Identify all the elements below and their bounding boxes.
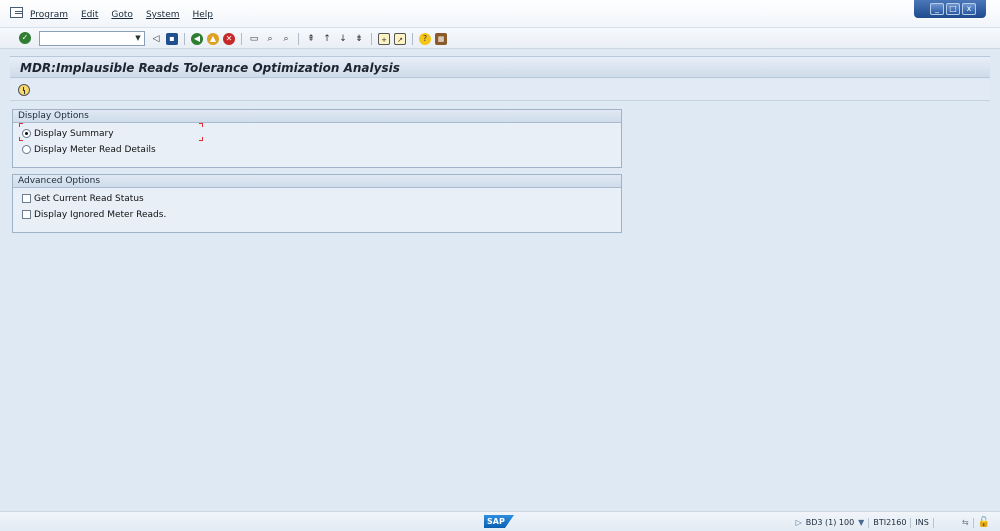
checkbox-display-ignored-meter-reads[interactable] (22, 210, 31, 219)
status-separator (868, 517, 870, 528)
display-meter-read-details-label: Display Meter Read Details (34, 144, 156, 155)
menu-edit[interactable]: Edit (81, 10, 98, 20)
prev-page-icon[interactable]: ↑ (321, 33, 333, 45)
menu-program-label: Program (30, 10, 68, 20)
focus-marker (199, 123, 203, 127)
last-page-icon[interactable]: ⇟ (353, 33, 365, 45)
menu-program[interactable]: Program (30, 10, 68, 20)
cancel-icon[interactable]: ✕ (223, 32, 235, 45)
system-info: ▷ BD3 (1) 100 ▼ BTI2160 INS ⇆ 🔓 (796, 517, 990, 528)
back-green-icon[interactable]: ◀ (191, 32, 203, 45)
menu-help-label: Help (192, 10, 214, 20)
standard-toolbar: ✓ ▼ ◁ ▪ ◀ ▲ ✕ ▭ ⌕ ⌕ ⇞ ↑ ↓ ⇟ + ↗ ? ▦ (0, 28, 1000, 49)
checkbox-get-current-read-status[interactable] (22, 194, 31, 203)
create-session-icon[interactable]: + (378, 32, 390, 45)
radio-display-meter-read-details[interactable] (22, 145, 31, 154)
enter-icon[interactable]: ✓ (19, 32, 31, 44)
status-separator (932, 517, 934, 528)
option-display-ignored-meter-reads[interactable]: Display Ignored Meter Reads. (22, 208, 166, 221)
focus-marker (19, 123, 23, 127)
help-icon[interactable]: ? (419, 32, 431, 45)
status-separator (910, 517, 912, 528)
advanced-options-header: Advanced Options (13, 175, 621, 188)
menu-goto-label: Goto (111, 10, 133, 20)
focus-marker (199, 137, 203, 141)
option-display-meter-read-details[interactable]: Display Meter Read Details (22, 143, 156, 156)
window-controls: _ □ x (914, 0, 986, 18)
toolbar-separator (371, 32, 372, 45)
execute-icon[interactable] (18, 84, 30, 96)
application-toolbar (10, 79, 990, 101)
toolbar-separator (298, 32, 299, 45)
server-label: BTI2160 (873, 518, 907, 527)
system-label: BD3 (1) 100 (805, 518, 855, 527)
toolbar-separator (241, 32, 242, 45)
toolbar-icons: ◁ ▪ ◀ ▲ ✕ ▭ ⌕ ⌕ ⇞ ↑ ↓ ⇟ + ↗ ? ▦ (150, 32, 447, 45)
title-bar: MDR:Implausible Reads Tolerance Optimiza… (10, 56, 990, 78)
advanced-options-group: Advanced Options Get Current Read Status… (12, 174, 622, 233)
next-page-icon[interactable]: ↓ (337, 33, 349, 45)
toolbar-separator (412, 32, 413, 45)
print-icon[interactable]: ▭ (248, 33, 260, 45)
exit-icon[interactable]: ▲ (207, 32, 219, 45)
close-button[interactable]: x (962, 3, 976, 15)
maximize-button[interactable]: □ (946, 3, 960, 15)
minimize-button[interactable]: _ (930, 3, 944, 15)
overflow-icon[interactable]: ⇆ (962, 518, 969, 527)
display-options-group: Display Options Display Summary Display … (12, 109, 622, 168)
status-expand-icon[interactable]: ▷ (796, 518, 802, 527)
toolbar-separator (184, 32, 185, 45)
menu-bar: Program Edit Goto System Help _ □ x (0, 0, 1000, 28)
menu-edit-label: Edit (80, 10, 99, 20)
menu-system-label: System (145, 10, 180, 20)
menu-help[interactable]: Help (193, 10, 214, 20)
customize-layout-icon[interactable]: ▦ (435, 32, 447, 45)
lock-icon[interactable]: 🔓 (978, 517, 990, 528)
menu-items: Program Edit Goto System Help (30, 10, 213, 20)
system-dropdown-icon[interactable]: ▼ (858, 518, 864, 527)
focus-marker (19, 137, 23, 141)
option-display-summary[interactable]: Display Summary (22, 127, 114, 140)
shortcut-icon[interactable]: ↗ (394, 32, 406, 45)
sap-logo: SAP (484, 515, 514, 528)
menu-goto[interactable]: Goto (111, 10, 133, 20)
find-icon[interactable]: ⌕ (264, 33, 276, 45)
selection-screen: Display Options Display Summary Display … (10, 102, 990, 511)
find-next-icon[interactable]: ⌕ (280, 33, 292, 45)
status-separator (972, 517, 974, 528)
get-current-read-status-label: Get Current Read Status (34, 193, 144, 204)
command-field[interactable]: ▼ (39, 31, 145, 46)
back-icon[interactable]: ◁ (150, 33, 162, 45)
option-get-current-read-status[interactable]: Get Current Read Status (22, 192, 144, 205)
page-title: MDR:Implausible Reads Tolerance Optimiza… (20, 61, 400, 75)
display-ignored-meter-reads-label: Display Ignored Meter Reads. (34, 209, 167, 220)
menu-system[interactable]: System (146, 10, 180, 20)
menu-toggle-icon[interactable] (10, 7, 23, 18)
display-options-header: Display Options (13, 110, 621, 123)
status-bar: SAP ▷ BD3 (1) 100 ▼ BTI2160 INS ⇆ 🔓 (0, 511, 1000, 531)
save-icon[interactable]: ▪ (166, 32, 178, 45)
display-summary-label: Display Summary (34, 128, 114, 139)
chevron-down-icon[interactable]: ▼ (132, 32, 144, 45)
mode-label: INS (915, 518, 929, 527)
first-page-icon[interactable]: ⇞ (305, 33, 317, 45)
radio-display-summary[interactable] (22, 129, 31, 138)
